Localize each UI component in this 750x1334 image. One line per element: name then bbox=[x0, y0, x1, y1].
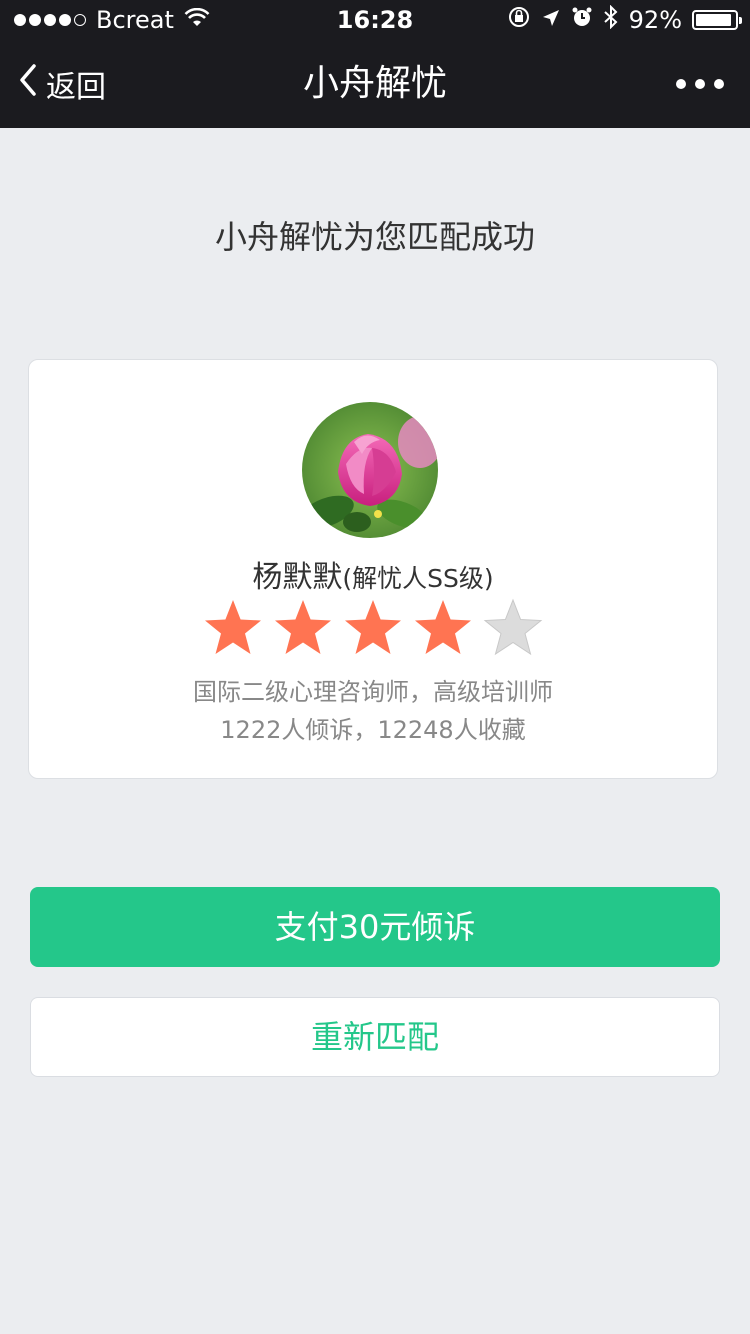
star-filled-icon bbox=[275, 600, 331, 654]
counselor-stats: 1222人倾诉，12248人收藏 bbox=[220, 716, 526, 744]
location-arrow-icon bbox=[541, 6, 561, 34]
page-title: 小舟解忧 bbox=[302, 63, 447, 104]
star-filled-icon bbox=[205, 600, 261, 654]
counselor-level: (解忧人SS级) bbox=[342, 564, 494, 593]
rematch-button[interactable]: 重新匹配 bbox=[30, 997, 720, 1077]
more-dot-icon bbox=[695, 79, 705, 89]
counselor-card: 杨默默(解忧人SS级) 国际二级心理咨询师，高级培训师 1222人倾诉，1224… bbox=[28, 359, 718, 779]
pay-button[interactable]: 支付30元倾诉 bbox=[30, 887, 720, 967]
star-filled-icon bbox=[415, 600, 471, 654]
counselor-name-line: 杨默默(解忧人SS级) bbox=[29, 552, 717, 596]
more-dot-icon bbox=[714, 79, 724, 89]
more-dot-icon bbox=[676, 79, 686, 89]
match-success-heading: 小舟解忧为您匹配成功 bbox=[214, 218, 535, 256]
nav-bar: 返回 小舟解忧 bbox=[0, 40, 750, 128]
battery-level-fill bbox=[696, 14, 731, 26]
avatar bbox=[302, 402, 438, 538]
rotation-lock-icon bbox=[507, 5, 531, 35]
rating-stars bbox=[29, 598, 717, 656]
star-filled-icon bbox=[345, 600, 401, 654]
bluetooth-icon bbox=[603, 4, 619, 35]
battery-icon bbox=[692, 10, 742, 30]
star-empty-icon bbox=[483, 598, 543, 656]
status-right: 92% bbox=[507, 4, 742, 35]
counselor-title: 国际二级心理咨询师，高级培训师 bbox=[193, 678, 553, 706]
more-options-button[interactable] bbox=[676, 40, 724, 128]
battery-percent: 92% bbox=[628, 6, 682, 34]
counselor-name: 杨默默 bbox=[252, 560, 343, 595]
status-bar: Bcreat 16:28 92% bbox=[0, 0, 750, 40]
alarm-icon bbox=[571, 6, 593, 34]
